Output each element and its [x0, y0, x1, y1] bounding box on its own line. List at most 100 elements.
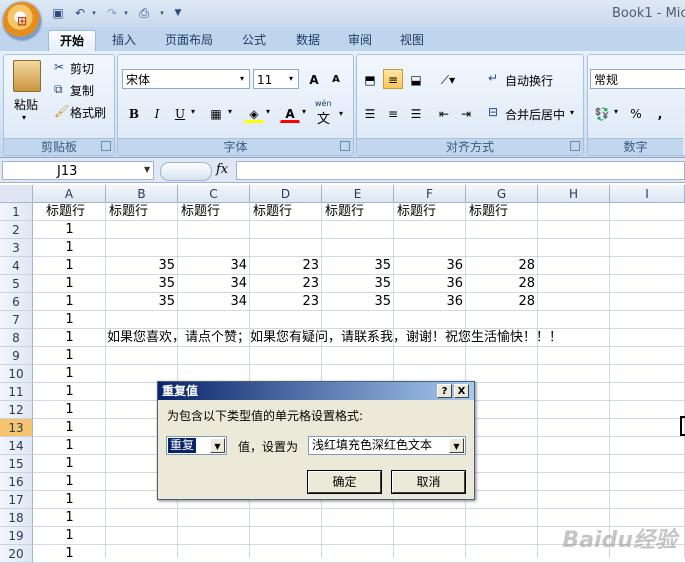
- cell-f5[interactable]: 36: [394, 275, 466, 293]
- align-bottom-icon[interactable]: ⬓: [406, 69, 426, 89]
- column-header-i[interactable]: I: [610, 185, 685, 203]
- bold-button[interactable]: B: [124, 103, 144, 123]
- row-header-19[interactable]: 19: [0, 527, 33, 545]
- cell-e6[interactable]: 35: [322, 293, 394, 311]
- merge-center-dropdown-icon[interactable]: ▾: [570, 108, 574, 117]
- cell-a19[interactable]: 1: [33, 527, 106, 545]
- decrease-indent-icon[interactable]: ⇤: [434, 103, 454, 123]
- font-launcher-icon[interactable]: [340, 141, 350, 151]
- phonetic-dropdown-icon[interactable]: ▾: [339, 109, 343, 118]
- select-all-button[interactable]: [0, 185, 33, 203]
- wrap-text-button[interactable]: 自动换行: [505, 72, 553, 89]
- name-box[interactable]: J13: [2, 161, 154, 180]
- row-header-16[interactable]: 16: [0, 473, 33, 491]
- cell-a3[interactable]: 1: [33, 239, 106, 257]
- redo-dropdown-icon[interactable]: ▾: [118, 5, 134, 21]
- font-name-combo[interactable]: 宋体: [122, 69, 250, 89]
- cell-e1[interactable]: 标题行: [325, 203, 397, 221]
- column-header-f[interactable]: F: [394, 185, 466, 203]
- row-header-18[interactable]: 18: [0, 509, 33, 527]
- cell-a14[interactable]: 1: [33, 437, 106, 455]
- align-center-icon[interactable]: ≡: [383, 103, 403, 123]
- cell-a17[interactable]: 1: [33, 491, 106, 509]
- row-header-14[interactable]: 14: [0, 437, 33, 455]
- cell-a7[interactable]: 1: [33, 311, 106, 329]
- align-top-icon[interactable]: ⬒: [360, 69, 380, 89]
- cell-a4[interactable]: 1: [33, 257, 106, 275]
- cell-a20[interactable]: 1: [33, 545, 106, 563]
- cell-a12[interactable]: 1: [33, 401, 106, 419]
- row-header-15[interactable]: 15: [0, 455, 33, 473]
- tab-data[interactable]: 数据: [286, 30, 330, 51]
- align-right-icon[interactable]: ☰: [406, 103, 426, 123]
- cancel-button[interactable]: 取消: [391, 470, 466, 494]
- copy-button[interactable]: 复制: [70, 82, 94, 99]
- row-header-17[interactable]: 17: [0, 491, 33, 509]
- cell-b8[interactable]: 如果您喜欢，请点个赞；如果您有疑问，请联系我，谢谢！祝您生活愉快！！！: [107, 329, 562, 347]
- column-header-b[interactable]: B: [106, 185, 178, 203]
- number-format-combo[interactable]: 常规: [590, 69, 685, 89]
- cell-a5[interactable]: 1: [33, 275, 106, 293]
- column-header-a[interactable]: A: [33, 185, 106, 203]
- cell-a15[interactable]: 1: [33, 455, 106, 473]
- cell-b4[interactable]: 35: [106, 257, 178, 275]
- name-box-dropdown-icon[interactable]: ▼: [144, 165, 150, 174]
- cell-d5[interactable]: 23: [250, 275, 322, 293]
- cell-f4[interactable]: 36: [394, 257, 466, 275]
- cell-f1[interactable]: 标题行: [397, 203, 469, 221]
- insert-function-button[interactable]: fx: [216, 162, 228, 177]
- row-header-5[interactable]: 5: [0, 275, 33, 293]
- cell-c4[interactable]: 34: [178, 257, 250, 275]
- cut-button[interactable]: 剪切: [70, 60, 94, 77]
- print-preview-icon[interactable]: ⎙: [136, 5, 152, 21]
- cell-a9[interactable]: 1: [33, 347, 106, 365]
- alignment-launcher-icon[interactable]: [570, 141, 580, 151]
- tab-review[interactable]: 审阅: [338, 30, 382, 51]
- undo-dropdown-icon[interactable]: ▾: [86, 5, 102, 21]
- cell-e5[interactable]: 35: [322, 275, 394, 293]
- align-middle-icon[interactable]: ≡: [383, 69, 403, 89]
- cell-a13[interactable]: 1: [33, 419, 106, 437]
- row-header-10[interactable]: 10: [0, 365, 33, 383]
- row-header-13[interactable]: 13: [0, 419, 33, 437]
- cell-a8[interactable]: 1: [33, 329, 106, 347]
- cell-f6[interactable]: 36: [394, 293, 466, 311]
- cell-c6[interactable]: 34: [178, 293, 250, 311]
- grow-font-button[interactable]: A: [304, 69, 324, 89]
- orientation-icon[interactable]: ⟋▾: [434, 69, 462, 89]
- row-header-2[interactable]: 2: [0, 221, 33, 239]
- tab-page-layout[interactable]: 页面布局: [155, 30, 223, 51]
- italic-button[interactable]: I: [147, 103, 167, 123]
- ok-button[interactable]: 确定: [307, 470, 382, 494]
- fill-color-dropdown-icon[interactable]: ▾: [266, 107, 270, 116]
- row-header-1[interactable]: 1: [0, 203, 33, 221]
- duplicate-type-dropdown-icon[interactable]: ▼: [210, 438, 225, 453]
- help-icon[interactable]: ?: [437, 384, 452, 398]
- row-header-8[interactable]: 8: [0, 329, 33, 347]
- row-header-4[interactable]: 4: [0, 257, 33, 275]
- row-header-6[interactable]: 6: [0, 293, 33, 311]
- percent-button[interactable]: %: [626, 103, 646, 123]
- merge-center-button[interactable]: 合并后居中: [505, 106, 565, 123]
- cell-c1[interactable]: 标题行: [181, 203, 253, 221]
- cell-e4[interactable]: 35: [322, 257, 394, 275]
- cell-b6[interactable]: 35: [106, 293, 178, 311]
- row-header-12[interactable]: 12: [0, 401, 33, 419]
- accounting-dropdown-icon[interactable]: ▾: [614, 107, 618, 116]
- formula-input[interactable]: [236, 161, 685, 180]
- formula-bar-resizer[interactable]: [160, 162, 212, 181]
- align-left-icon[interactable]: ☰: [360, 103, 380, 123]
- fill-color-icon[interactable]: ◈: [244, 103, 264, 123]
- cell-d4[interactable]: 23: [250, 257, 322, 275]
- column-header-h[interactable]: H: [538, 185, 610, 203]
- print-dropdown-icon[interactable]: ▾: [154, 5, 170, 21]
- duplicate-type-select[interactable]: 重复 ▼: [166, 436, 227, 455]
- office-button[interactable]: ⊞: [3, 2, 41, 40]
- column-header-d[interactable]: D: [250, 185, 322, 203]
- cell-b5[interactable]: 35: [106, 275, 178, 293]
- cell-c5[interactable]: 34: [178, 275, 250, 293]
- cell-d6[interactable]: 23: [250, 293, 322, 311]
- cell-g4[interactable]: 28: [466, 257, 538, 275]
- cell-a2[interactable]: 1: [33, 221, 106, 239]
- format-dropdown-icon[interactable]: ▼: [449, 438, 464, 453]
